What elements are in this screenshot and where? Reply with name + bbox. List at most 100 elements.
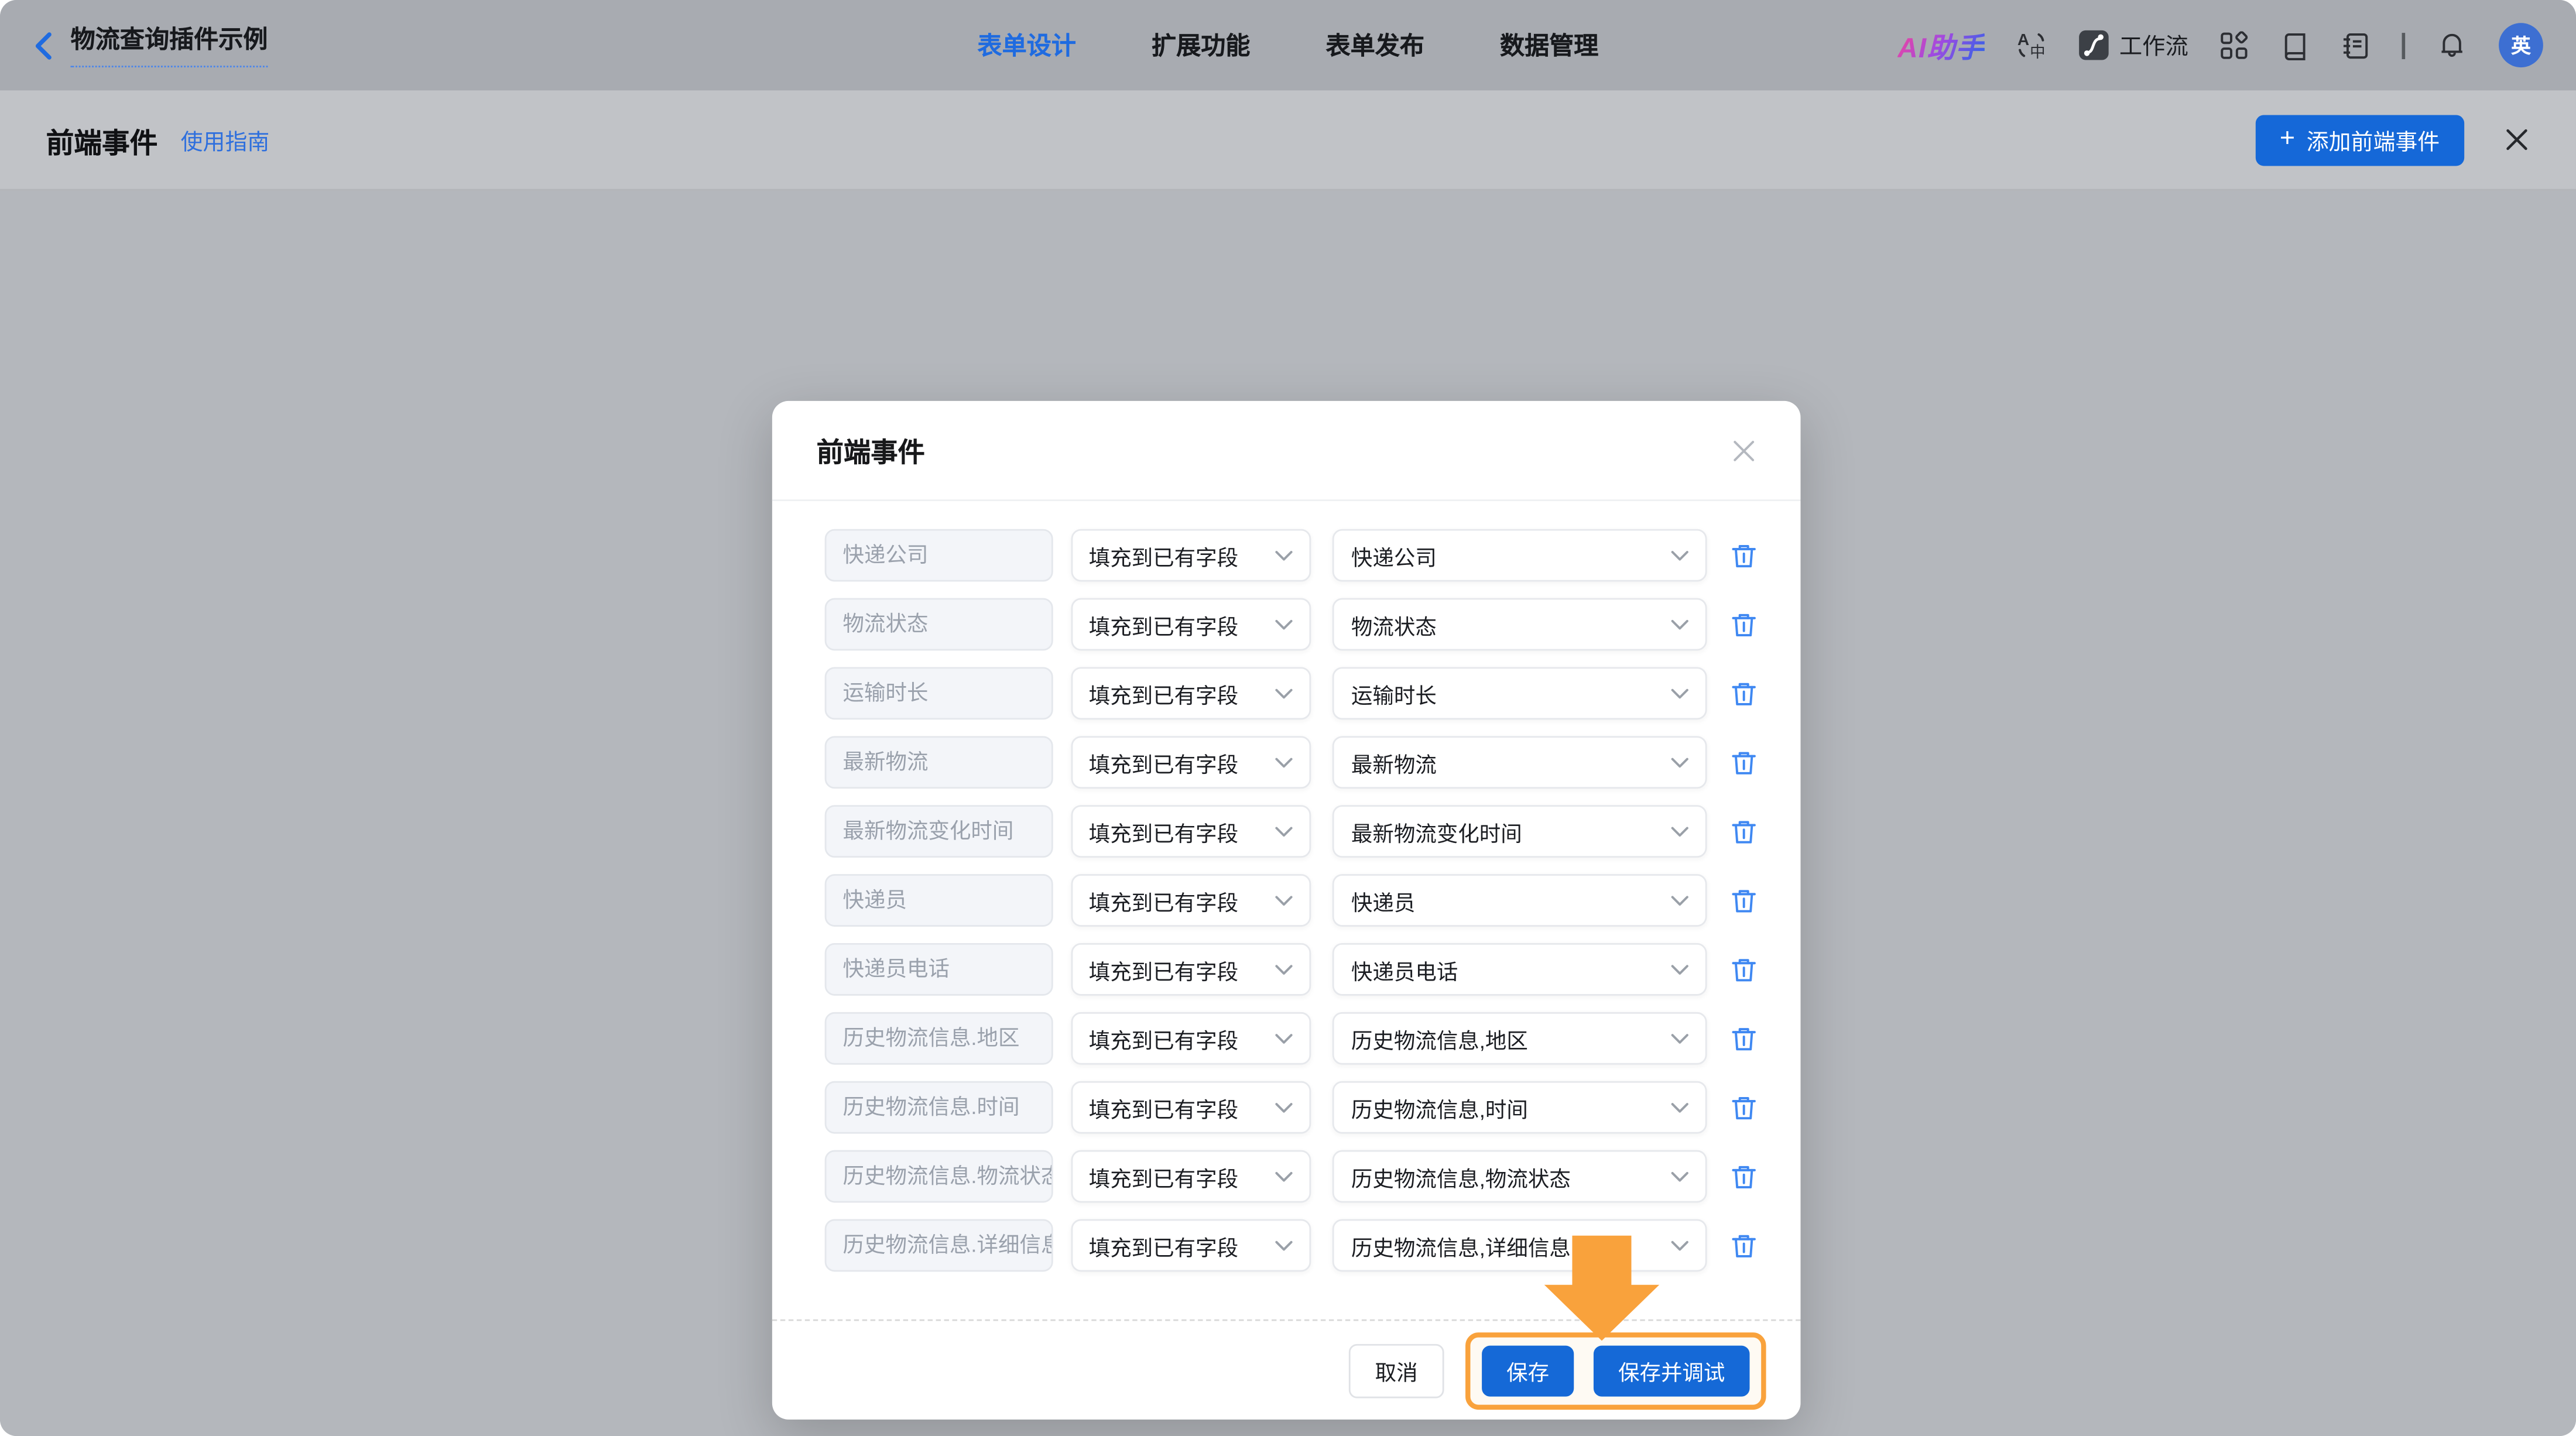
source-field-value: 历史物流信息.物流状态 xyxy=(842,1163,1053,1188)
source-field-input[interactable]: 历史物流信息.地区 xyxy=(824,1012,1053,1065)
form-list-icon[interactable] xyxy=(2341,30,2371,60)
section-title: 前端事件 xyxy=(46,127,158,159)
fill-action-select[interactable]: 填充到已有字段 xyxy=(1070,667,1312,720)
source-field-input[interactable]: 快递员电话 xyxy=(824,943,1053,996)
fill-action-select[interactable]: 填充到已有字段 xyxy=(1070,1219,1312,1272)
back-button[interactable] xyxy=(33,30,54,60)
target-field-select[interactable]: 最新物流变化时间 xyxy=(1333,805,1707,858)
workflow-label: 工作流 xyxy=(2119,32,2188,59)
delete-row-icon[interactable] xyxy=(1730,1163,1758,1191)
workflow-entry[interactable]: 工作流 xyxy=(2078,29,2188,61)
target-field-value: 历史物流信息,详细信息 xyxy=(1351,1235,1571,1260)
tab-form-publish[interactable]: 表单发布 xyxy=(1326,28,1424,63)
target-field-value: 快递公司 xyxy=(1351,544,1437,570)
chevron-down-icon xyxy=(1671,619,1688,629)
chevron-down-icon xyxy=(1671,757,1688,767)
tab-form-design[interactable]: 表单设计 xyxy=(978,28,1076,63)
target-field-select[interactable]: 历史物流信息,地区 xyxy=(1333,1012,1707,1065)
field-mapping-row: 历史物流信息.地区 填充到已有字段 历史物流信息,地区 xyxy=(824,1012,1758,1065)
target-field-value: 历史物流信息,地区 xyxy=(1351,1027,1528,1053)
workflow-icon xyxy=(2079,30,2109,60)
modal-close-icon[interactable] xyxy=(1732,438,1756,462)
user-avatar[interactable]: 英 xyxy=(2499,23,2543,68)
field-mapping-row: 物流状态 填充到已有字段 物流状态 xyxy=(824,598,1758,651)
delete-row-icon[interactable] xyxy=(1730,886,1758,914)
target-field-select[interactable]: 快递公司 xyxy=(1333,529,1707,582)
add-frontend-event-button[interactable]: + 添加前端事件 xyxy=(2255,114,2465,166)
field-mapping-list: 快递公司 填充到已有字段 快递公司 物流状态 填充到已有字段 物流状态 运输时长… xyxy=(772,501,1801,1272)
target-field-select[interactable]: 快递员 xyxy=(1333,874,1707,927)
fill-action-select[interactable]: 填充到已有字段 xyxy=(1070,529,1312,582)
target-field-select[interactable]: 物流状态 xyxy=(1333,598,1707,651)
delete-row-icon[interactable] xyxy=(1730,542,1758,570)
fill-action-select[interactable]: 填充到已有字段 xyxy=(1070,805,1312,858)
cancel-button[interactable]: 取消 xyxy=(1348,1343,1444,1398)
source-field-input[interactable]: 历史物流信息.详细信息 xyxy=(824,1219,1053,1272)
delete-row-icon[interactable] xyxy=(1730,748,1758,776)
notifications-bell-icon[interactable] xyxy=(2436,30,2467,61)
delete-row-icon[interactable] xyxy=(1730,1094,1758,1122)
apps-grid-icon[interactable] xyxy=(2219,30,2249,60)
field-mapping-row: 历史物流信息.时间 填充到已有字段 历史物流信息,时间 xyxy=(824,1081,1758,1134)
delete-row-icon[interactable] xyxy=(1730,611,1758,639)
target-field-select[interactable]: 历史物流信息,时间 xyxy=(1333,1081,1707,1134)
fill-action-value: 填充到已有字段 xyxy=(1088,1027,1239,1053)
target-field-select[interactable]: 快递员电话 xyxy=(1333,943,1707,996)
fill-action-select[interactable]: 填充到已有字段 xyxy=(1070,598,1312,651)
translate-icon[interactable]: A 中 xyxy=(2016,30,2047,61)
fill-action-select[interactable]: 填充到已有字段 xyxy=(1070,1150,1312,1203)
fill-action-select[interactable]: 填充到已有字段 xyxy=(1070,1012,1312,1065)
delete-row-icon[interactable] xyxy=(1730,1232,1758,1260)
source-field-value: 快递公司 xyxy=(842,542,929,567)
delete-row-icon[interactable] xyxy=(1730,817,1758,845)
target-field-select[interactable]: 最新物流 xyxy=(1333,736,1707,789)
frontend-events-modal: 前端事件 快递公司 填充到已有字段 快递公司 物流状态 填充到已有字段 物流状态… xyxy=(772,400,1801,1420)
target-field-select[interactable]: 运输时长 xyxy=(1333,667,1707,720)
target-field-select[interactable]: 历史物流信息,物流状态 xyxy=(1333,1150,1707,1203)
field-mapping-row: 快递员电话 填充到已有字段 快递员电话 xyxy=(824,943,1758,996)
usage-guide-link[interactable]: 使用指南 xyxy=(181,123,270,156)
toolbar-divider xyxy=(2402,32,2406,59)
target-field-value: 最新物流变化时间 xyxy=(1351,820,1522,846)
source-field-value: 快递员电话 xyxy=(842,956,950,981)
nav-tabs: 表单设计 扩展功能 表单发布 数据管理 xyxy=(978,28,1599,63)
fill-action-value: 填充到已有字段 xyxy=(1088,614,1239,639)
fill-action-select[interactable]: 填充到已有字段 xyxy=(1070,874,1312,927)
source-field-input[interactable]: 运输时长 xyxy=(824,667,1053,720)
delete-row-icon[interactable] xyxy=(1730,680,1758,708)
page-title: 物流查询插件示例 xyxy=(70,24,268,67)
source-field-input[interactable]: 历史物流信息.物流状态 xyxy=(824,1150,1053,1203)
source-field-input[interactable]: 最新物流变化时间 xyxy=(824,805,1053,858)
source-field-input[interactable]: 历史物流信息.时间 xyxy=(824,1081,1053,1134)
chevron-down-icon xyxy=(1671,1171,1688,1181)
top-navigation-bar: 物流查询插件示例 表单设计 扩展功能 表单发布 数据管理 AI助手 A 中 工作… xyxy=(0,0,2576,91)
source-field-input[interactable]: 快递公司 xyxy=(824,529,1053,582)
chevron-down-icon xyxy=(1671,964,1688,974)
page-content: 前端事件 快递公司 填充到已有字段 快递公司 物流状态 填充到已有字段 物流状态… xyxy=(0,190,2576,1436)
delete-row-icon[interactable] xyxy=(1730,955,1758,983)
target-field-value: 历史物流信息,物流状态 xyxy=(1351,1166,1571,1191)
app-window: 物流查询插件示例 表单设计 扩展功能 表单发布 数据管理 AI助手 A 中 工作… xyxy=(0,0,2576,1436)
source-field-input[interactable]: 物流状态 xyxy=(824,598,1053,651)
tab-data-management[interactable]: 数据管理 xyxy=(1500,28,1598,63)
ai-assistant-logo[interactable]: AI助手 xyxy=(1897,25,1985,66)
delete-row-icon[interactable] xyxy=(1730,1024,1758,1053)
fill-action-select[interactable]: 填充到已有字段 xyxy=(1070,736,1312,789)
source-field-value: 最新物流变化时间 xyxy=(842,818,1014,843)
source-field-input[interactable]: 最新物流 xyxy=(824,736,1053,789)
chevron-down-icon xyxy=(1276,1033,1293,1043)
source-field-input[interactable]: 快递员 xyxy=(824,874,1053,927)
field-mapping-row: 运输时长 填充到已有字段 运输时长 xyxy=(824,667,1758,720)
fill-action-value: 填充到已有字段 xyxy=(1088,1166,1239,1191)
field-mapping-row: 最新物流 填充到已有字段 最新物流 xyxy=(824,736,1758,789)
fill-action-value: 填充到已有字段 xyxy=(1088,683,1239,708)
fill-action-select[interactable]: 填充到已有字段 xyxy=(1070,943,1312,996)
panel-close-icon[interactable] xyxy=(2504,126,2530,153)
save-button[interactable]: 保存 xyxy=(1482,1345,1574,1396)
save-and-debug-button[interactable]: 保存并调试 xyxy=(1593,1345,1750,1396)
handbook-icon[interactable] xyxy=(2280,30,2310,60)
source-field-value: 历史物流信息.时间 xyxy=(842,1094,1020,1119)
tab-extensions[interactable]: 扩展功能 xyxy=(1152,28,1250,63)
fill-action-select[interactable]: 填充到已有字段 xyxy=(1070,1081,1312,1134)
target-field-value: 快递员 xyxy=(1351,889,1416,914)
